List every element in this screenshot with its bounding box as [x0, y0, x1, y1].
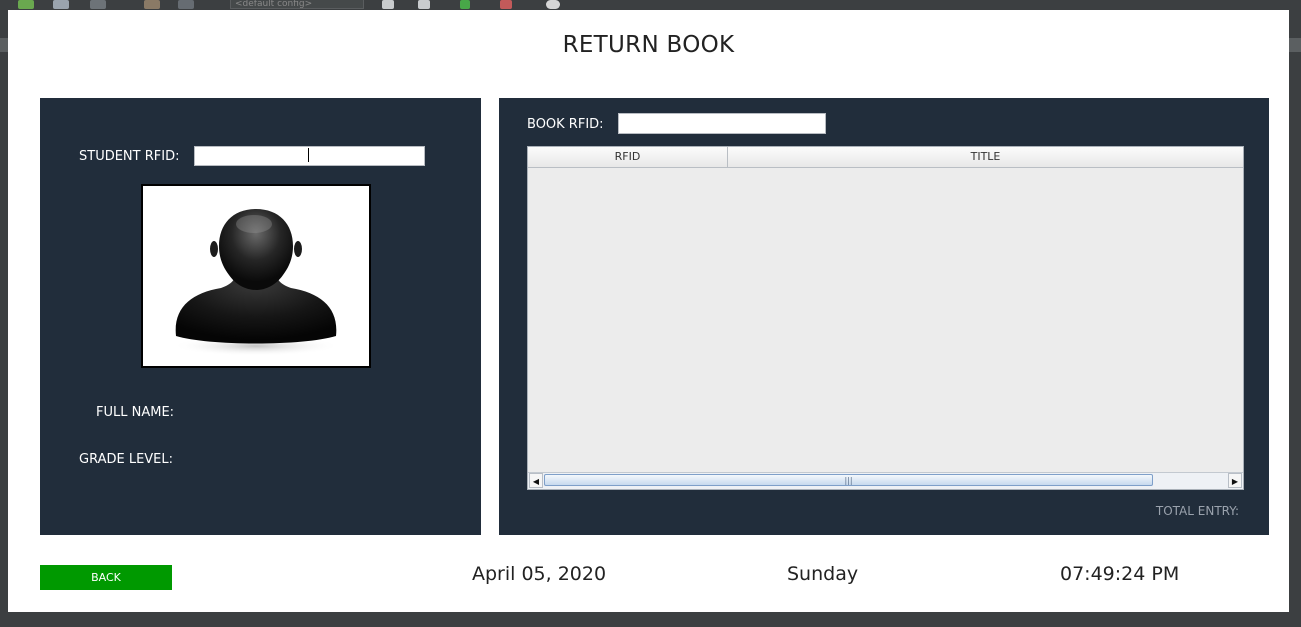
- horizontal-scrollbar[interactable]: ◀ ||| ▶: [528, 472, 1243, 489]
- open-project-icon[interactable]: [53, 0, 69, 9]
- current-date: April 05, 2020: [472, 563, 607, 585]
- student-panel: STUDENT RFID: FULL NAME: GRADE LEVEL:: [40, 98, 481, 535]
- current-day: Sunday: [787, 563, 859, 585]
- clean-build-icon[interactable]: [418, 0, 430, 9]
- grade-level-label: GRADE LEVEL:: [79, 452, 174, 467]
- config-combo[interactable]: <default config>: [230, 0, 364, 9]
- student-rfid-input[interactable]: [194, 146, 425, 166]
- student-rfid-label: STUDENT RFID:: [79, 149, 180, 164]
- ide-side-edge: [0, 38, 8, 52]
- build-icon[interactable]: [382, 0, 394, 9]
- scroll-left-icon[interactable]: ◀: [529, 473, 543, 488]
- student-photo: [141, 184, 371, 368]
- new-file-icon[interactable]: [18, 0, 34, 9]
- full-name-label: FULL NAME:: [96, 405, 175, 420]
- save-icon[interactable]: [90, 0, 106, 9]
- back-button[interactable]: BACK: [40, 565, 172, 590]
- run-icon[interactable]: [460, 0, 470, 9]
- book-rfid-label: BOOK RFID:: [527, 117, 604, 132]
- column-header-title[interactable]: TITLE: [728, 147, 1243, 167]
- column-header-rfid[interactable]: RFID: [528, 147, 728, 167]
- debug-icon[interactable]: [500, 0, 512, 9]
- text-caret: [308, 148, 309, 162]
- book-rfid-input[interactable]: [618, 113, 826, 134]
- ide-side-edge-right: [1289, 38, 1301, 52]
- redo-icon[interactable]: [178, 0, 194, 9]
- total-entry-label: TOTAL ENTRY:: [1155, 504, 1239, 518]
- scrollbar-thumb[interactable]: |||: [544, 474, 1153, 486]
- student-rfid-wrapper: [194, 146, 425, 166]
- current-time: 07:49:24 PM: [1060, 563, 1180, 585]
- scroll-right-icon[interactable]: ▶: [1228, 473, 1242, 488]
- book-panel: BOOK RFID: RFID TITLE ◀ ||| ▶ TOTAL ENTR…: [499, 98, 1269, 535]
- page-title: RETURN BOOK: [562, 32, 735, 58]
- person-silhouette-icon: [172, 209, 340, 356]
- books-table[interactable]: RFID TITLE ◀ ||| ▶: [527, 146, 1244, 490]
- profile-icon[interactable]: [546, 0, 560, 9]
- table-header: RFID TITLE: [528, 147, 1243, 168]
- return-book-window: RETURN BOOK STUDENT RFID: FULL NAME: GRA…: [8, 10, 1289, 612]
- ide-toolbar: <default config>: [0, 0, 1301, 10]
- undo-icon[interactable]: [144, 0, 160, 9]
